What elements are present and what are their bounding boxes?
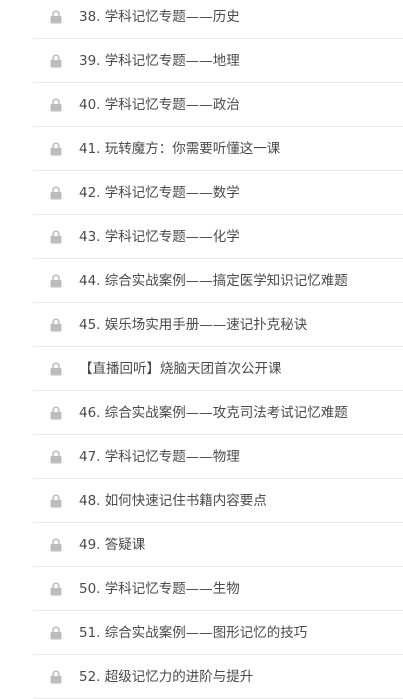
lesson-title: 44. 综合实战案例——搞定医学知识记忆难题 [79, 273, 348, 289]
lesson-title: 49. 答疑课 [79, 537, 146, 553]
lock-icon [50, 54, 62, 68]
lesson-title: 43. 学科记忆专题——化学 [79, 229, 240, 245]
lock-icon [50, 142, 62, 156]
lock-icon [50, 10, 62, 24]
lesson-item[interactable]: 48. 如何快速记住书籍内容要点 [33, 479, 403, 523]
lesson-list: 38. 学科记忆专题——历史 39. 学科记忆专题——地理 40. 学科记忆专题——… [0, 0, 403, 699]
lock-icon [50, 450, 62, 464]
lesson-item[interactable]: 52. 超级记忆力的进阶与提升 [33, 655, 403, 699]
lesson-title: 39. 学科记忆专题——地理 [79, 53, 240, 69]
lesson-item[interactable]: 【直播回听】烧脑天团首次公开课 [33, 347, 403, 391]
lesson-title: 42. 学科记忆专题——数学 [79, 185, 240, 201]
lock-icon [50, 274, 62, 288]
lesson-item[interactable]: 44. 综合实战案例——搞定医学知识记忆难题 [33, 259, 403, 303]
lock-icon [50, 362, 62, 376]
lock-icon [50, 230, 62, 244]
lock-icon [50, 494, 62, 508]
lock-icon [50, 670, 62, 684]
lesson-title: 47. 学科记忆专题——物理 [79, 449, 240, 465]
lesson-item[interactable]: 43. 学科记忆专题——化学 [33, 215, 403, 259]
lesson-item[interactable]: 45. 娱乐场实用手册——速记扑克秘诀 [33, 303, 403, 347]
lesson-title: 50. 学科记忆专题——生物 [79, 581, 240, 597]
lesson-title: 38. 学科记忆专题——历史 [79, 9, 240, 25]
lesson-item[interactable]: 47. 学科记忆专题——物理 [33, 435, 403, 479]
lesson-item[interactable]: 49. 答疑课 [33, 523, 403, 567]
lesson-item[interactable]: 51. 综合实战案例——图形记忆的技巧 [33, 611, 403, 655]
lock-icon [50, 318, 62, 332]
lesson-title: 45. 娱乐场实用手册——速记扑克秘诀 [79, 317, 308, 333]
lock-icon [50, 186, 62, 200]
lesson-title: 48. 如何快速记住书籍内容要点 [79, 493, 267, 509]
lesson-item[interactable]: 50. 学科记忆专题——生物 [33, 567, 403, 611]
lesson-item[interactable]: 39. 学科记忆专题——地理 [33, 39, 403, 83]
lesson-item[interactable]: 42. 学科记忆专题——数学 [33, 171, 403, 215]
lesson-title: 46. 综合实战案例——攻克司法考试记忆难题 [79, 405, 348, 421]
lesson-item[interactable]: 38. 学科记忆专题——历史 [33, 0, 403, 39]
lock-icon [50, 626, 62, 640]
lesson-title: 52. 超级记忆力的进阶与提升 [79, 669, 254, 685]
lesson-title: 51. 综合实战案例——图形记忆的技巧 [79, 625, 308, 641]
lesson-title: 41. 玩转魔方：你需要听懂这一课 [79, 141, 281, 157]
lesson-item[interactable]: 40. 学科记忆专题——政治 [33, 83, 403, 127]
lesson-title: 40. 学科记忆专题——政治 [79, 97, 240, 113]
lock-icon [50, 582, 62, 596]
lock-icon [50, 406, 62, 420]
lock-icon [50, 98, 62, 112]
lock-icon [50, 538, 62, 552]
lesson-item[interactable]: 41. 玩转魔方：你需要听懂这一课 [33, 127, 403, 171]
lesson-item[interactable]: 46. 综合实战案例——攻克司法考试记忆难题 [33, 391, 403, 435]
lesson-title: 【直播回听】烧脑天团首次公开课 [79, 361, 282, 377]
